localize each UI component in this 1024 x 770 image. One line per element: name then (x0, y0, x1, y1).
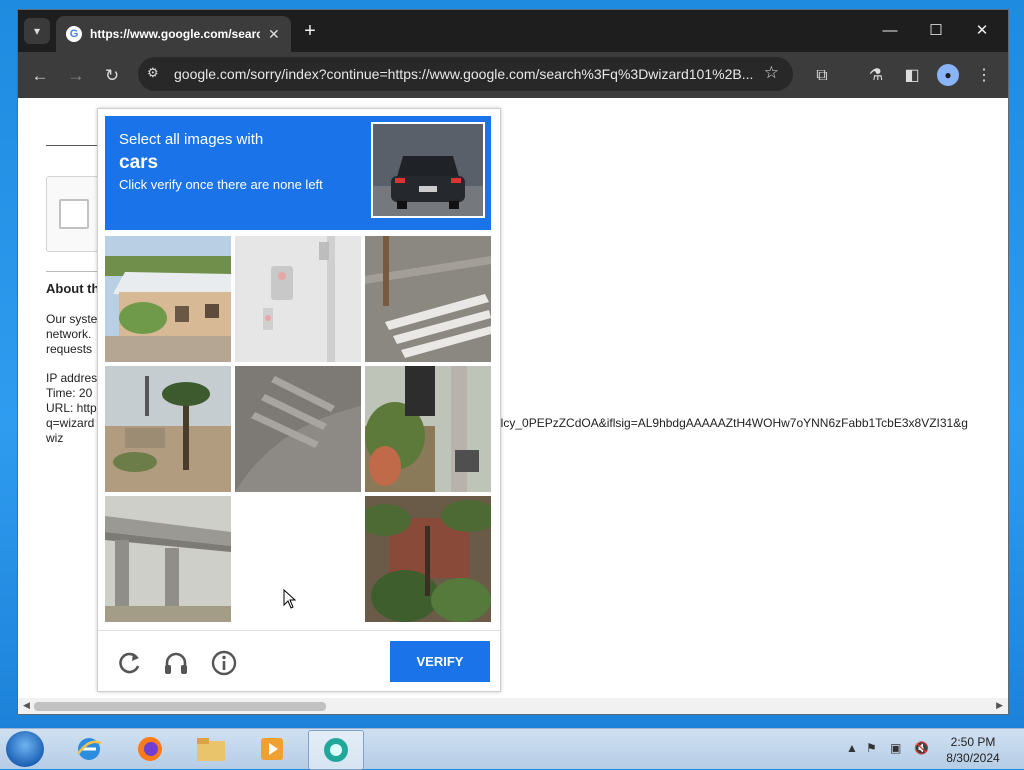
back-arrow-icon[interactable]: ← (28, 64, 52, 88)
recaptcha-checkbox[interactable] (59, 199, 89, 229)
bookmark-star-icon[interactable]: ☆ (764, 63, 779, 83)
browser-toolbar: ← → ↻ ⚙ google.com/sorry/index?continue=… (18, 52, 1008, 98)
instruction-line2: Click verify once there are none left (119, 177, 323, 192)
instruction-line1: Select all images with (119, 131, 264, 148)
menu-kebab-icon[interactable]: ⋮ (972, 64, 996, 88)
start-button[interactable] (6, 731, 44, 767)
maximize-button[interactable]: ☐ (916, 18, 956, 44)
reload-icon[interactable]: ↻ (100, 64, 124, 88)
tile-house[interactable] (105, 236, 231, 362)
extensions-icon[interactable]: ⧉ (810, 64, 834, 88)
challenge-footer: VERIFY (98, 630, 500, 692)
scrollbar-thumb[interactable] (34, 702, 326, 711)
profile-avatar-icon[interactable]: ● (937, 64, 959, 86)
tile-palm-street[interactable] (105, 366, 231, 492)
tile-overpass[interactable] (105, 496, 231, 622)
internet-explorer-icon[interactable] (62, 730, 116, 768)
tab-search-button[interactable]: ▾ (24, 18, 50, 44)
firefox-icon[interactable] (123, 730, 177, 768)
new-tab-button[interactable]: + (298, 20, 322, 43)
active-app-icon[interactable] (308, 730, 364, 770)
file-explorer-icon[interactable] (184, 730, 238, 768)
labs-flask-icon[interactable]: ⚗ (864, 64, 888, 88)
active-tab[interactable]: G https://www.google.com/search ✕ (56, 16, 291, 52)
taskbar: ▲ ⚑ ▣ 🔇 2:50 PM 8/30/2024 (0, 728, 1024, 770)
url-fragment-text: 7lcy_0PEPzZCdOA&iflsig=AL9hbdgAAAAAZtH4W… (494, 416, 968, 430)
reload-challenge-icon[interactable] (115, 649, 143, 677)
site-info-icon[interactable]: ⚙ (147, 65, 159, 81)
tile-garden[interactable] (365, 496, 491, 622)
target-object: cars (119, 152, 159, 173)
about-heading: About th (46, 281, 100, 296)
google-favicon-icon: G (66, 26, 82, 42)
challenge-header: Select all images with cars Click verify… (105, 116, 491, 230)
address-bar[interactable]: ⚙ google.com/sorry/index?continue=https:… (138, 57, 793, 91)
tab-title: https://www.google.com/search (90, 27, 260, 41)
tile-traffic-light-pole[interactable] (365, 366, 491, 492)
close-window-button[interactable]: ✕ (962, 18, 1002, 44)
horizontal-scrollbar[interactable]: ◀ ▶ (18, 698, 1008, 714)
network-icon[interactable]: ▣ (890, 741, 901, 755)
system-clock[interactable]: 2:50 PM 8/30/2024 (942, 734, 1004, 766)
tab-close-icon[interactable]: ✕ (268, 26, 280, 43)
scroll-left-icon[interactable]: ◀ (23, 700, 30, 711)
tile-crosswalk[interactable] (365, 236, 491, 362)
scroll-right-icon[interactable]: ▶ (996, 700, 1003, 711)
url-text: google.com/sorry/index?continue=https://… (174, 66, 754, 82)
side-panel-icon[interactable]: ◧ (900, 64, 924, 88)
sample-car-image (371, 122, 485, 218)
action-center-flag-icon[interactable]: ⚑ (866, 741, 877, 755)
forward-arrow-icon[interactable]: → (64, 64, 88, 88)
audio-headphones-icon[interactable] (162, 649, 190, 677)
tile-empty[interactable] (235, 496, 361, 622)
clock-date: 8/30/2024 (946, 751, 1000, 765)
tile-traffic-light-faded[interactable] (235, 236, 361, 362)
info-icon[interactable] (210, 649, 238, 677)
clock-time: 2:50 PM (950, 735, 996, 749)
recaptcha-challenge: Select all images with cars Click verify… (97, 108, 501, 692)
image-grid (105, 236, 491, 622)
volume-muted-icon[interactable]: 🔇 (914, 741, 929, 755)
mouse-cursor-icon (283, 589, 297, 609)
verify-button[interactable]: VERIFY (390, 641, 490, 682)
tray-expand-icon[interactable]: ▲ (846, 741, 858, 755)
tile-road-crosswalk[interactable] (235, 366, 361, 492)
media-player-icon[interactable] (245, 730, 299, 768)
minimize-button[interactable]: — (870, 18, 910, 44)
tab-strip: ▾ G https://www.google.com/search ✕ + — … (18, 10, 1008, 52)
